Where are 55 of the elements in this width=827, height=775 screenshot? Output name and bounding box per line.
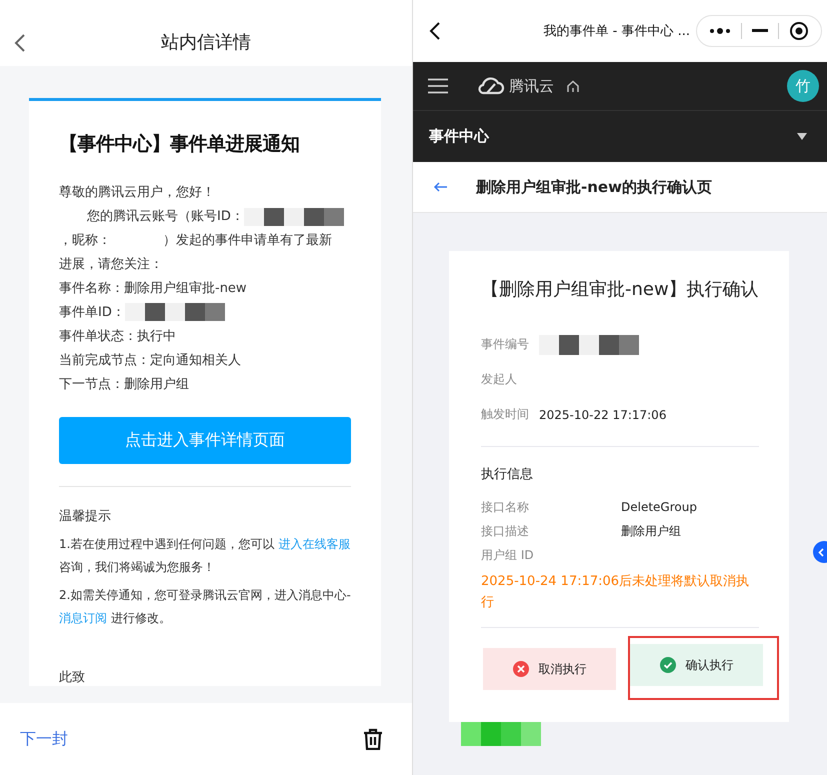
- more-icon[interactable]: [709, 27, 731, 35]
- tip-text: 进行修改。: [110, 611, 171, 625]
- field-text: 事件名称：删除用户组审批-new: [59, 281, 247, 296]
- user-avatar[interactable]: 竹: [787, 70, 819, 102]
- notice-text: 进展，请您关注：: [59, 256, 163, 274]
- minimize-icon[interactable]: [752, 29, 768, 33]
- notice-text: ）发起的事件申请单有了最新: [163, 232, 332, 250]
- dropdown-icon[interactable]: [797, 133, 807, 140]
- tip-text: 1.若在使用过程中遇到任何问题，您可以: [59, 537, 276, 551]
- confirm-button[interactable]: 确认执行: [630, 644, 763, 686]
- event-details-button[interactable]: 点击进入事件详情页面: [59, 417, 351, 464]
- section-title: 事件中心: [429, 127, 489, 146]
- field-label: 接口描述: [481, 522, 530, 540]
- field-label: 用户组 ID: [481, 546, 535, 564]
- menu-icon[interactable]: [428, 78, 448, 94]
- field-label: 接口名称: [481, 498, 530, 516]
- check-icon: [660, 657, 676, 673]
- field-value: DeleteGroup: [621, 500, 697, 514]
- close-icon[interactable]: [789, 21, 809, 41]
- field-label: 事件编号: [481, 336, 529, 353]
- field-text: 事件单状态：执行中: [59, 329, 176, 344]
- field-label: 发起人: [481, 371, 517, 388]
- section-bar[interactable]: 事件中心: [413, 111, 827, 162]
- brand-name: 腾讯云: [509, 76, 554, 96]
- field-value: 删除用户组: [621, 522, 681, 540]
- page-title: 删除用户组审批-new的执行确认页: [476, 178, 712, 196]
- greeting-text: 尊敬的腾讯云用户，您好！: [59, 184, 216, 202]
- field-value: 2025-10-22 17:17:06: [539, 408, 666, 422]
- notice-text: ，昵称：: [59, 232, 111, 250]
- tips-heading: 温馨提示: [59, 508, 112, 525]
- chevron-left-icon: [818, 548, 824, 556]
- message-title: 【事件中心】事件单进展通知: [59, 132, 300, 157]
- home-icon[interactable]: [566, 80, 580, 92]
- deadline-warning: 2025-10-24 17:17:06后未处理将默认取消执行: [481, 573, 750, 612]
- tip-text: 咨询，我们将竭诚为您服务！: [59, 560, 215, 574]
- cancel-button[interactable]: 取消执行: [483, 648, 616, 690]
- next-message-link[interactable]: 下一封: [20, 728, 68, 750]
- page-title: 站内信详情: [161, 31, 251, 54]
- cloud-icon: [477, 77, 505, 95]
- tip-link[interactable]: 消息订阅: [59, 611, 107, 625]
- section-heading: 执行信息: [481, 466, 534, 483]
- back-arrow-icon[interactable]: [433, 182, 447, 192]
- closing-text: 此致: [59, 669, 86, 686]
- trash-icon[interactable]: [363, 728, 383, 750]
- field-label: 事件单ID：: [59, 305, 125, 320]
- notice-text: 您的腾讯云账号（账号ID：: [87, 208, 244, 226]
- card-title: 【删除用户组审批-new】执行确认: [481, 278, 759, 302]
- tip-text: 2.如需关停通知，您可登录腾讯云官网，进入消息中心-: [59, 588, 351, 602]
- tip-link[interactable]: 进入在线客服: [278, 537, 350, 551]
- back-icon[interactable]: [429, 21, 441, 41]
- window-title: 我的事件单 - 事件中心 ...: [542, 23, 690, 40]
- error-icon: [512, 661, 528, 677]
- field-text: 当前完成节点：定向通知相关人: [59, 353, 241, 368]
- field-text: 下一节点：删除用户组: [59, 377, 189, 392]
- field-label: 触发时间: [481, 406, 529, 423]
